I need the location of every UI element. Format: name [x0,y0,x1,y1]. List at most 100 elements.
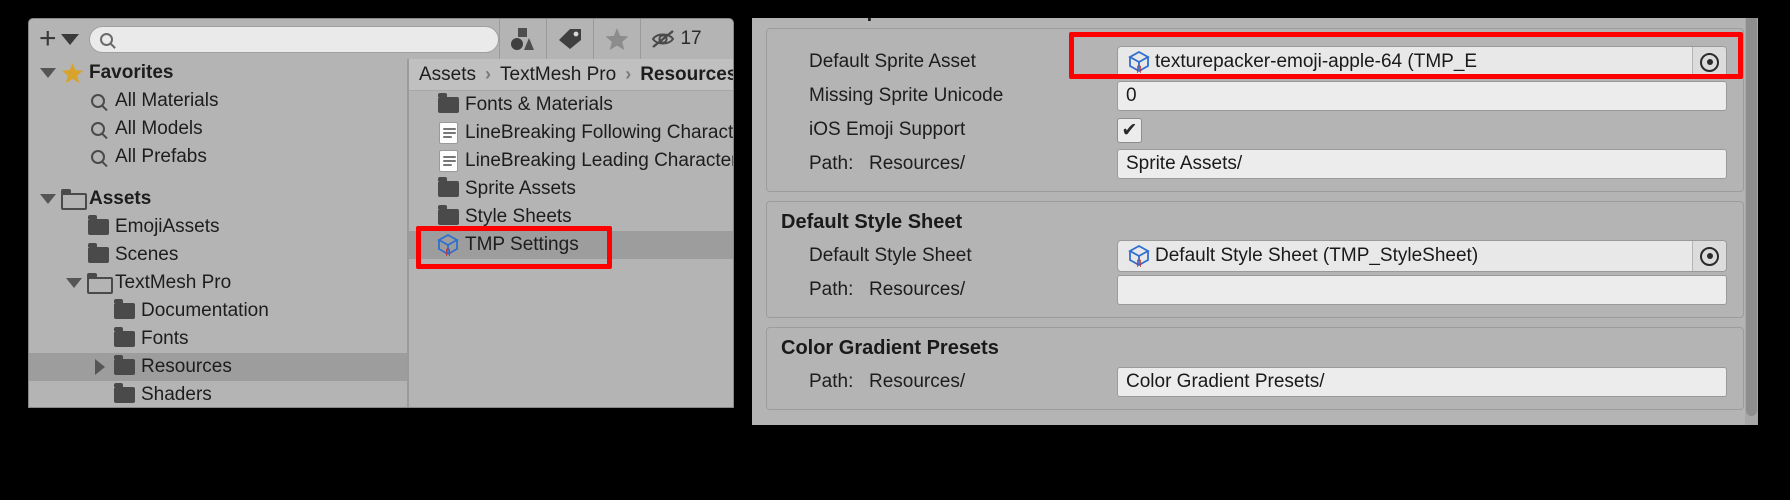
tree-item-label: Assets [89,188,152,209]
object-field[interactable]: {} Default Style Sheet (TMP_StyleSheet) [1117,240,1727,272]
favorite-filter-button[interactable] [592,19,640,59]
tree-item-label: EmojiAssets [115,216,220,237]
field-control [1117,275,1727,305]
project-toolbar: + 17 [29,19,733,59]
chevron-down-icon[interactable] [37,68,59,78]
file-list-item-label: Fonts & Materials [465,94,613,115]
screenshot-root: + 17 Favorites All Materials All Models … [0,0,1790,500]
tmp-asset-icon: {} [1126,245,1152,267]
text-asset-icon [435,122,461,144]
object-field-value: Default Style Sheet (TMP_StyleSheet) [1155,245,1479,266]
caret-down-icon [60,33,79,45]
field-control: {} texturepacker-emoji-apple-64 (TMP_E [1117,46,1727,78]
file-list-item[interactable]: Style Sheets [409,203,733,231]
text-asset-icon [435,150,461,172]
tag-icon [558,29,581,49]
folder-open-icon [85,272,113,294]
tree-item-label: Favorites [89,62,174,83]
folder-icon [85,215,111,235]
file-list[interactable]: Fonts & Materials LineBreaking Following … [409,91,733,259]
tree-item-shaders[interactable]: Shaders [29,381,407,407]
shapes-filter-button[interactable] [498,19,546,59]
inspector-sections: Default Sprite Asset {} texturepacker-emoj… [752,28,1758,410]
top-clip-mask [752,0,1758,18]
scrollbar-thumb[interactable] [1746,6,1757,416]
path-prefix-label: Resources/ [869,371,966,392]
tree-item-resources[interactable]: Resources [29,353,407,381]
chevron-down-icon[interactable] [37,194,59,204]
tree-item-label: TextMesh Pro [115,272,232,293]
tree-item-scenes[interactable]: Scenes [29,241,407,269]
checkbox[interactable]: ✔ [1117,117,1142,143]
chevron-right-icon[interactable] [89,359,111,375]
folder-icon [85,243,111,263]
target-icon [1700,52,1719,72]
field-label: Missing Sprite Unicode [809,85,1004,106]
tree-item-favorites[interactable]: Favorites [29,59,407,87]
field-row: Path: Resources/Color Gradient Presets/ [767,365,1743,399]
breadcrumb: Assets › TextMesh Pro › Resources [409,59,733,91]
inspector-section: Default Sprite Asset {} texturepacker-emoj… [766,28,1744,192]
breadcrumb-item-assets[interactable]: Assets [419,64,476,86]
tree-item-label: All Models [115,118,203,139]
inspector-scrollbar[interactable] [1745,0,1758,425]
tree-item-fonts[interactable]: Fonts [29,325,407,353]
file-list-item[interactable]: LineBreaking Leading Characters [409,147,733,175]
label-filter-button[interactable] [545,19,593,59]
star-icon [605,28,629,50]
hidden-count-button[interactable]: 17 [639,19,712,59]
text-field[interactable] [1117,275,1727,305]
tree-item-label: All Materials [115,90,219,111]
text-field[interactable]: 0 [1117,81,1727,111]
field-label: Default Style Sheet [809,245,972,266]
breadcrumb-item-textmesh-pro[interactable]: TextMesh Pro [500,64,616,86]
search-icon [85,122,111,136]
search-box[interactable] [88,25,499,53]
hidden-count-label: 17 [680,28,702,49]
project-list-pane[interactable]: Assets › TextMesh Pro › Resources Fonts & Ma… [409,59,733,407]
chevron-down-icon[interactable] [63,278,85,288]
tree-item-textmesh-pro[interactable]: TextMesh Pro [29,269,407,297]
search-icon [99,32,113,46]
file-list-item[interactable]: {} TMP Settings [409,231,733,259]
tree-item-all-materials[interactable]: All Materials [29,87,407,115]
tmp-asset-icon: {} [1126,51,1152,73]
object-field-value: texturepacker-emoji-apple-64 (TMP_E [1155,51,1478,72]
tree-item-assets[interactable]: Assets [29,185,407,213]
folder-icon [111,299,137,319]
inspector-section: Default Style Sheet Default Style Sheet {}… [766,201,1744,318]
search-input[interactable] [118,31,488,47]
tree-item-documentation[interactable]: Documentation [29,297,407,325]
tree-item-emojiassets[interactable]: EmojiAssets [29,213,407,241]
text-field[interactable]: Color Gradient Presets/ [1117,367,1727,397]
text-field[interactable]: Sprite Assets/ [1117,149,1727,179]
tree-item-label: Fonts [141,328,189,349]
project-window: + 17 Favorites All Materials All Models … [28,18,734,408]
tree-item-label: Resources [141,356,232,377]
file-list-item[interactable]: LineBreaking Following Characters [409,119,733,147]
object-picker-button[interactable] [1692,241,1726,271]
file-list-item[interactable]: Sprite Assets [409,175,733,203]
plus-icon: + [39,22,57,55]
eye-slash-icon [652,30,675,48]
create-asset-button[interactable]: + [29,19,85,59]
file-list-item[interactable]: Fonts & Materials [409,91,733,119]
tree-item-all-prefabs[interactable]: All Prefabs [29,143,407,171]
object-picker-button[interactable] [1692,47,1726,77]
tree-item-all-models[interactable]: All Models [29,115,407,143]
object-field[interactable]: {} texturepacker-emoji-apple-64 (TMP_E [1117,46,1727,78]
folder-icon [111,355,137,375]
section-title: Default Style Sheet [781,211,963,233]
field-control: ✔ [1117,117,1727,143]
field-label: iOS Emoji Support [809,119,966,140]
file-list-item-label: TMP Settings [465,234,579,255]
field-row: Path: Resources/Sprite Assets/ [767,147,1743,181]
breadcrumb-separator: › [625,64,632,84]
section-title-clipped-spacer [767,35,1743,45]
project-tree-pane[interactable]: Favorites All Materials All Models All Pref… [29,59,407,407]
breadcrumb-item-resources[interactable]: Resources [640,64,733,86]
path-prefix-label: Resources/ [869,153,966,174]
file-list-item-label: LineBreaking Leading Characters [465,150,733,171]
tmp-settings-icon: {} [435,234,461,256]
